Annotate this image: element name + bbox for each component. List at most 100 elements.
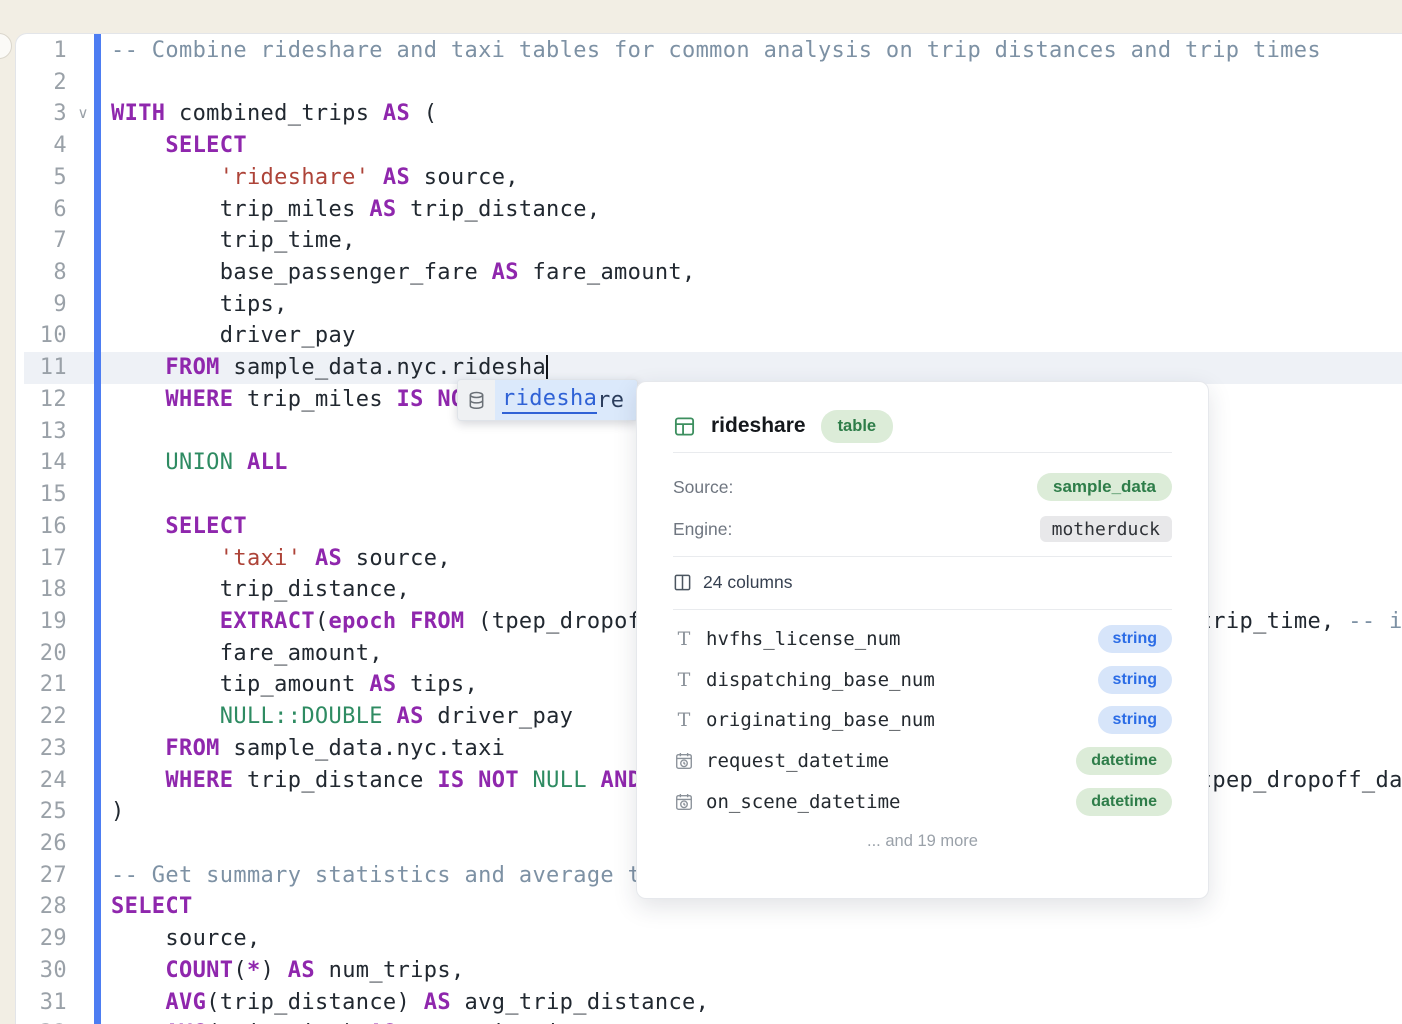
fold-toggle-icon[interactable]: ∨	[75, 98, 91, 130]
line-number-6[interactable]: 6	[22, 194, 67, 226]
token-id	[111, 990, 165, 1015]
code-line-18[interactable]: trip_distance,	[111, 574, 410, 606]
text-type-icon: T	[673, 709, 695, 731]
gutter-accent-bar	[94, 34, 101, 1024]
token-id: sample_data.nyc.ridesha	[220, 355, 546, 380]
code-line-1[interactable]: -- Combine rideshare and taxi tables for…	[111, 35, 1321, 67]
token-id	[465, 768, 479, 793]
token-id: (	[315, 609, 329, 634]
line-number-25[interactable]: 25	[22, 796, 67, 828]
token-id: trip_miles	[111, 197, 369, 222]
token-id: tip_amount	[111, 672, 369, 697]
line-number-14[interactable]: 14	[22, 447, 67, 479]
code-line-30[interactable]: COUNT(*) AS num_trips,	[111, 955, 465, 987]
code-line-9[interactable]: tips,	[111, 289, 288, 321]
column-type-badge: string	[1098, 706, 1172, 734]
code-line-28[interactable]: SELECT	[111, 891, 193, 923]
code-line-22[interactable]: NULL::DOUBLE AS driver_pay	[111, 701, 573, 733]
code-line-23[interactable]: FROM sample_data.nyc.taxi	[111, 733, 505, 765]
code-line-20[interactable]: fare_amount,	[111, 638, 383, 670]
token-id: source,	[111, 926, 261, 951]
line-number-24[interactable]: 24	[22, 765, 67, 797]
line-number-29[interactable]: 29	[22, 923, 67, 955]
line-number-9[interactable]: 9	[22, 289, 67, 321]
token-id	[111, 736, 165, 761]
token-id: driver_pay	[424, 704, 574, 729]
token-id	[111, 958, 165, 983]
line-number-18[interactable]: 18	[22, 574, 67, 606]
column-row-originating_base_num: Toriginating_base_numstring	[673, 700, 1172, 741]
line-number-12[interactable]: 12	[22, 384, 67, 416]
token-kw: AS	[369, 197, 396, 222]
code-line-32[interactable]: AVG(trip_time) AS avg_trip_time,	[111, 1018, 600, 1024]
code-line-6[interactable]: trip_miles AS trip_distance,	[111, 194, 600, 226]
line-number-30[interactable]: 30	[22, 955, 67, 987]
code-line-29[interactable]: source,	[111, 923, 261, 955]
line-number-1[interactable]: 1	[22, 35, 67, 67]
token-id: trip_distance,	[397, 197, 601, 222]
line-number-7[interactable]: 7	[22, 225, 67, 257]
line-number-11[interactable]: 11	[22, 352, 67, 384]
sidebar-collapse-handle[interactable]	[0, 33, 12, 59]
token-kw: ALL	[247, 450, 288, 475]
line-number-15[interactable]: 15	[22, 479, 67, 511]
code-line-14[interactable]: UNION ALL	[111, 447, 288, 479]
token-kw: SELECT	[165, 133, 247, 158]
token-str: 'rideshare'	[220, 165, 370, 190]
token-kw: WHERE	[165, 768, 233, 793]
code-line-25[interactable]: )	[111, 796, 125, 828]
token-kw: WITH	[111, 101, 165, 126]
code-line-3[interactable]: WITH combined_trips AS (	[111, 98, 437, 130]
token-gr: NULL::DOUBLE	[220, 704, 383, 729]
code-line-4[interactable]: SELECT	[111, 130, 247, 162]
line-number-19[interactable]: 19	[22, 606, 67, 638]
line-number-3[interactable]: 3	[22, 98, 67, 130]
column-row-dispatching_base_num: Tdispatching_base_numstring	[673, 660, 1172, 701]
suggestion-item-rideshare[interactable]: rideshare	[495, 380, 637, 420]
code-line-31[interactable]: AVG(trip_distance) AS avg_trip_distance,	[111, 987, 709, 1019]
line-number-2[interactable]: 2	[22, 67, 67, 99]
token-id: num_trips,	[315, 958, 465, 983]
line-number-23[interactable]: 23	[22, 733, 67, 765]
token-kw: AS	[383, 165, 410, 190]
code-line-16[interactable]: SELECT	[111, 511, 247, 543]
token-kw: IS	[397, 387, 424, 412]
token-kw: AS	[383, 101, 410, 126]
token-id: trip_time,	[1185, 609, 1348, 634]
token-id	[383, 704, 397, 729]
line-number-16[interactable]: 16	[22, 511, 67, 543]
code-line-5[interactable]: 'rideshare' AS source,	[111, 162, 519, 194]
sql-editor[interactable]: 1234567891011121314151617181920212223242…	[15, 33, 1402, 1024]
token-id: driver_pay	[111, 323, 356, 348]
line-number-22[interactable]: 22	[22, 701, 67, 733]
column-type-badge: string	[1098, 625, 1172, 653]
divider	[673, 452, 1172, 453]
code-line-10[interactable]: driver_pay	[111, 320, 356, 352]
engine-row: Engine: motherduck	[673, 512, 1172, 546]
line-number-27[interactable]: 27	[22, 860, 67, 892]
token-id: )	[111, 799, 125, 824]
line-number-5[interactable]: 5	[22, 162, 67, 194]
line-number-17[interactable]: 17	[22, 543, 67, 575]
line-number-20[interactable]: 20	[22, 638, 67, 670]
token-kw: AS	[315, 546, 342, 571]
line-number-31[interactable]: 31	[22, 987, 67, 1019]
code-line-8[interactable]: base_passenger_fare AS fare_amount,	[111, 257, 696, 289]
column-type-badge: datetime	[1076, 747, 1172, 775]
token-kw: AS	[397, 704, 424, 729]
line-number-8[interactable]: 8	[22, 257, 67, 289]
line-number-4[interactable]: 4	[22, 130, 67, 162]
code-line-17[interactable]: 'taxi' AS source,	[111, 543, 451, 575]
code-line-21[interactable]: tip_amount AS tips,	[111, 669, 478, 701]
line-number-32[interactable]: 32	[22, 1018, 67, 1024]
token-id: trip_distance,	[111, 577, 410, 602]
line-number-13[interactable]: 13	[22, 416, 67, 448]
source-label: Source:	[673, 477, 733, 498]
line-number-21[interactable]: 21	[22, 669, 67, 701]
line-number-10[interactable]: 10	[22, 320, 67, 352]
line-number-26[interactable]: 26	[22, 828, 67, 860]
code-line-7[interactable]: trip_time,	[111, 225, 356, 257]
token-cm: -- in seconds	[1348, 609, 1402, 634]
column-type-badge: string	[1098, 666, 1172, 694]
line-number-28[interactable]: 28	[22, 891, 67, 923]
